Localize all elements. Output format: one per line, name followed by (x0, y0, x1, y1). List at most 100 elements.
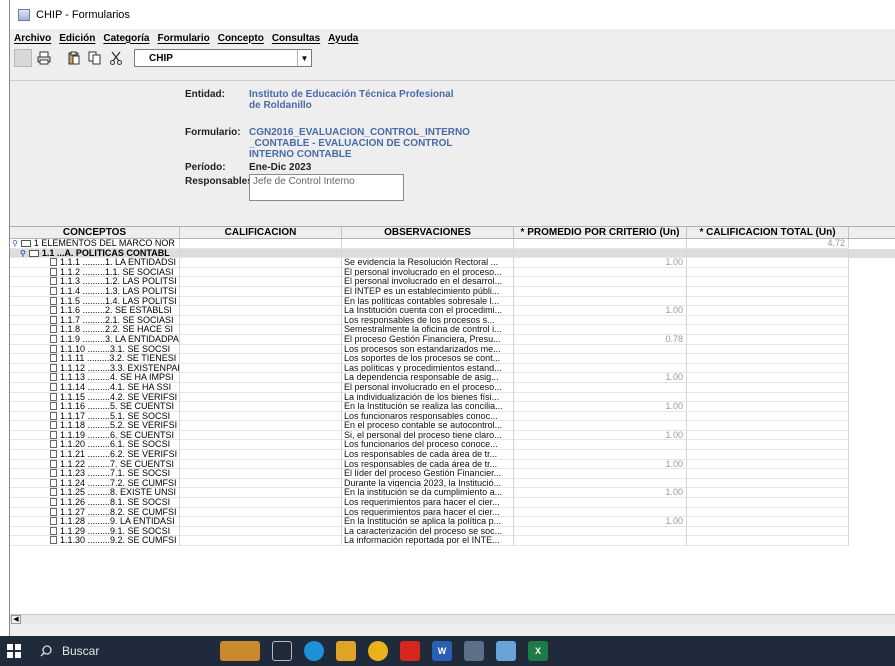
table-row[interactable]: ⚲ 1 ELEMENTOS DEL MARCO NOR 4.72 (10, 239, 895, 249)
calificacion-cell[interactable] (180, 248, 342, 259)
calificacion-cell[interactable] (180, 373, 342, 383)
menu-categoria[interactable]: Categoría (103, 33, 149, 44)
header-observaciones[interactable]: OBSERVACIONES (342, 227, 514, 238)
table-row[interactable]: 1.1.6 .........2. SE ESTABLSI La Instituc… (10, 306, 895, 316)
concept-cell[interactable]: 1.1.23 .........7.1. SE SOCSI (10, 469, 180, 479)
table-row[interactable]: 1.1.17 .........5.1. SE SOCSI Los funcion… (10, 411, 895, 422)
expand-handle-icon[interactable]: ⚲ (12, 239, 18, 248)
calificacion-cell[interactable] (180, 277, 342, 287)
calificacion-cell[interactable] (180, 334, 342, 345)
responsables-field[interactable]: Jefe de Control Interno (249, 174, 404, 201)
calificacion-cell[interactable] (180, 258, 342, 268)
calificacion-cell[interactable] (180, 267, 342, 278)
observaciones-cell[interactable]: Las políticas y procedimientos estand... (342, 363, 514, 374)
menu-ayuda[interactable]: Ayuda (328, 33, 358, 44)
concept-cell[interactable]: 1.1.8 .........2.2. SE HACE SI (10, 325, 180, 335)
word-icon[interactable]: W (432, 641, 452, 661)
table-row[interactable]: 1.1.16 .........5. SE CUENTSI En la Insti… (10, 402, 895, 412)
concept-cell[interactable]: 1.1.22 .........7. SE CUENTSI (10, 459, 180, 470)
calificacion-cell[interactable] (180, 478, 342, 489)
table-row[interactable]: 1.1.20 .........6.1. SE SOCSI Los funcion… (10, 440, 895, 451)
calificacion-cell[interactable] (180, 354, 342, 364)
observaciones-cell[interactable]: Los soportes de los procesos se cont... (342, 354, 514, 364)
concept-cell[interactable]: 1.1.18 .........5.2. SE VERIFSI (10, 421, 180, 431)
calificacion-cell[interactable] (180, 325, 342, 335)
calificacion-cell[interactable] (180, 296, 342, 307)
calificacion-cell[interactable] (180, 517, 342, 527)
calificacion-cell[interactable] (180, 392, 342, 403)
calificacion-cell[interactable] (180, 315, 342, 326)
observaciones-cell[interactable]: Semestralmente la oficina de control i..… (342, 325, 514, 335)
table-row[interactable]: 1.1.23 .........7.1. SE SOCSI El líder de… (10, 469, 895, 479)
cut-icon[interactable] (107, 49, 125, 67)
table-row[interactable]: ⚲ 1.1 ...A. POLÍTICAS CONTABL (10, 248, 895, 259)
observaciones-cell[interactable]: La individualización de los bienes físi.… (342, 392, 514, 403)
concept-cell[interactable]: 1.1.1 .........1. LA ENTIDADSI (10, 258, 180, 268)
scroll-left-icon[interactable]: ◀ (11, 615, 21, 624)
header-promedio[interactable]: * PROMEDIO POR CRITERIO (Un) (514, 227, 687, 238)
table-row[interactable]: 1.1.25 .........8. EXISTE UNSI En la inst… (10, 488, 895, 499)
table-row[interactable]: 1.1.10 .........3.1. SE SOCSI Los proceso… (10, 344, 895, 355)
observaciones-cell[interactable]: Los responsables de cada área de tr... (342, 459, 514, 470)
table-row[interactable]: 1.1.29 .........9.1. SE SOCSI La caracter… (10, 526, 895, 537)
concept-cell[interactable]: 1.1.28 .........9. LA ENTIDASI (10, 517, 180, 527)
observaciones-cell[interactable]: Los responsables de los procesos s... (342, 315, 514, 326)
concept-cell[interactable]: 1.1.2 .........1.1. SE SOCIASI (10, 267, 180, 278)
table-row[interactable]: 1.1.11 .........3.2. SE TIENESI Los sopor… (10, 354, 895, 364)
concept-cell[interactable]: ⚲ 1 ELEMENTOS DEL MARCO NOR (10, 239, 180, 249)
save-icon[interactable] (14, 49, 32, 67)
table-row[interactable]: 1.1.22 .........7. SE CUENTSI Los respons… (10, 459, 895, 470)
concept-cell[interactable]: 1.1.3 .........1.2. LAS POLÍTSI (10, 277, 180, 287)
table-row[interactable]: 1.1.30 .........9.2. SE CUMFSI La informa… (10, 536, 895, 546)
calificacion-cell[interactable] (180, 450, 342, 460)
calificacion-cell[interactable] (180, 239, 342, 249)
paste-icon[interactable] (65, 49, 83, 67)
file-explorer-icon[interactable] (336, 641, 356, 661)
concept-cell[interactable]: 1.1.24 .........7.2. SE CUMFSI (10, 478, 180, 489)
table-row[interactable]: 1.1.8 .........2.2. SE HACE SI Semestralm… (10, 325, 895, 335)
table-row[interactable]: 1.1.21 .........6.2. SE VERIFSI Los respo… (10, 450, 895, 460)
excel-icon[interactable]: X (528, 641, 548, 661)
concept-cell[interactable]: 1.1.19 .........6. SE CUENTSI (10, 430, 180, 441)
concept-cell[interactable]: 1.1.30 .........9.2. SE CUMFSI (10, 536, 180, 546)
observaciones-cell[interactable]: En la institución se da cumplimiento a..… (342, 488, 514, 499)
concept-cell[interactable]: 1.1.7 .........2.1. SE SOCIASI (10, 315, 180, 326)
observaciones-cell[interactable] (342, 248, 514, 259)
menu-edicion[interactable]: Edición (59, 33, 95, 44)
edge-icon[interactable] (304, 641, 324, 661)
horizontal-scrollbar[interactable]: ◀ (10, 614, 895, 624)
menu-archivo[interactable]: Archivo (14, 33, 51, 44)
calificacion-cell[interactable] (180, 488, 342, 499)
observaciones-cell[interactable]: La información reportada por el INTE... (342, 536, 514, 546)
concept-cell[interactable]: 1.1.12 .........3.3. EXISTENPARCIALMENTE (10, 363, 180, 374)
observaciones-cell[interactable]: En la Institución se aplica la política … (342, 517, 514, 527)
chevron-down-icon[interactable]: ▼ (297, 50, 311, 66)
table-row[interactable]: 1.1.5 .........1.4. LAS POLÍTSI En las po… (10, 296, 895, 307)
concept-cell[interactable]: 1.1.29 .........9.1. SE SOCSI (10, 526, 180, 537)
concept-cell[interactable]: 1.1.17 .........5.1. SE SOCSI (10, 411, 180, 422)
table-row[interactable]: 1.1.19 .........6. SE CUENTSI Si, el pers… (10, 430, 895, 441)
concept-cell[interactable]: 1.1.25 .........8. EXISTE UNSI (10, 488, 180, 499)
calificacion-cell[interactable] (180, 469, 342, 479)
table-row[interactable]: 1.1.14 .........4.1. SE HA SSI El persona… (10, 382, 895, 393)
concept-cell[interactable]: 1.1.9 .........3. LA ENTIDADPARCIALMENTE (10, 334, 180, 345)
concept-cell[interactable]: 1.1.4 .........1.3. LAS POLÍTSI (10, 286, 180, 297)
concept-cell[interactable]: 1.1.11 .........3.2. SE TIENESI (10, 354, 180, 364)
table-row[interactable]: 1.1.7 .........2.1. SE SOCIASI Los respon… (10, 315, 895, 326)
expand-handle-icon[interactable]: ⚲ (20, 249, 26, 258)
concept-cell[interactable]: 1.1.14 .........4.1. SE HA SSI (10, 382, 180, 393)
concept-cell[interactable]: 1.1.15 .........4.2. SE VERIFSI (10, 392, 180, 403)
observaciones-cell[interactable]: En las políticas contables sobresale l..… (342, 296, 514, 307)
concept-cell[interactable]: ⚲ 1.1 ...A. POLÍTICAS CONTABL (10, 248, 180, 259)
table-row[interactable]: 1.1.1 .........1. LA ENTIDADSI Se evidenc… (10, 258, 895, 268)
observaciones-cell[interactable]: Se evidencia la Resolución Rectoral ... (342, 258, 514, 268)
observaciones-cell[interactable]: El proceso Gestión Financiera, Presu... (342, 334, 514, 345)
table-row[interactable]: 1.1.15 .........4.2. SE VERIFSI La indivi… (10, 392, 895, 403)
menu-consultas[interactable]: Consultas (272, 33, 320, 44)
observaciones-cell[interactable]: Los funcionaros responsables conoc... (342, 411, 514, 422)
header-conceptos[interactable]: CONCEPTOS (10, 227, 180, 238)
table-row[interactable]: 1.1.27 .........8.2. SE CUMFSI Los requer… (10, 507, 895, 518)
observaciones-cell[interactable]: En el proceso contable se autocontrol... (342, 421, 514, 431)
module-select[interactable]: CHIP ▼ (134, 49, 312, 67)
observaciones-cell[interactable]: La dependencia responsable de asig... (342, 373, 514, 383)
